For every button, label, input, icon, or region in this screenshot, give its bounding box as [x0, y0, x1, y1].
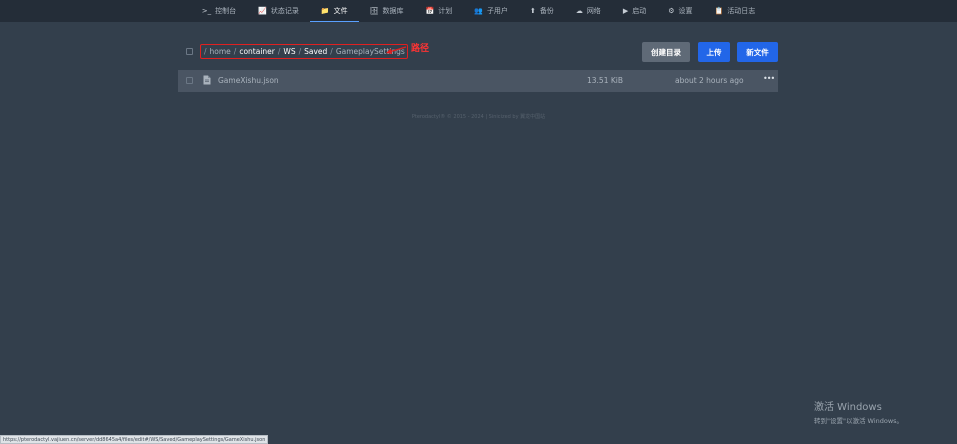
nav-item-schedules[interactable]: 📅 计划: [415, 0, 464, 22]
nav-item-stats[interactable]: 📈 状态记录: [247, 0, 310, 22]
upload-button[interactable]: 上传: [698, 42, 730, 62]
nav-label: 控制台: [215, 7, 237, 15]
breadcrumb-separator: /: [277, 47, 281, 56]
nav-item-files[interactable]: 📁 文件: [309, 0, 359, 22]
activation-subtitle: 转到"设置"以激活 Windows。: [814, 417, 904, 425]
nav-label: 文件: [333, 6, 348, 15]
nav-label: 状态记录: [270, 7, 299, 15]
database-icon: 🗄: [369, 7, 379, 15]
file-modified-time: about 2 hours ago: [675, 76, 744, 85]
create-directory-button[interactable]: 创建目录: [642, 42, 690, 62]
nav-label: 网络: [586, 7, 601, 15]
new-file-button[interactable]: 新文件: [737, 42, 778, 62]
breadcrumb-segment-saved[interactable]: Saved: [304, 47, 327, 56]
folder-icon: 📁: [320, 6, 330, 15]
nav-label: 启动: [632, 7, 647, 15]
nav-item-console[interactable]: >_ 控制台: [191, 0, 247, 22]
play-icon: ▶: [622, 7, 629, 15]
file-name[interactable]: GameXishu.json: [218, 76, 279, 85]
nav-label: 设置: [678, 7, 693, 15]
nav-label: 计划: [438, 7, 453, 15]
clipboard-icon: 📋: [714, 7, 724, 15]
nav-item-activity[interactable]: 📋 活动日志: [703, 0, 766, 22]
file-options-button[interactable]: •••: [763, 74, 775, 83]
network-icon: ☁: [575, 7, 583, 15]
breadcrumb-segment-home[interactable]: home: [210, 47, 231, 56]
breadcrumb-segment-ws[interactable]: WS: [283, 47, 295, 56]
gear-icon: ⚙: [668, 7, 675, 15]
chart-icon: 📈: [258, 7, 267, 15]
nav-label: 备份: [539, 7, 554, 15]
top-navigation: >_ 控制台 📈 状态记录 📁 文件 🗄 数据库 📅 计划 👥 子用户 ⬆ 备份…: [0, 0, 957, 22]
nav-item-settings[interactable]: ⚙ 设置: [657, 0, 703, 22]
nav-label: 活动日志: [727, 7, 756, 15]
status-bar-url: https://pterodactyl.vajiuen.cn/server/dd…: [0, 435, 269, 444]
activation-title: 激活 Windows: [814, 402, 882, 413]
file-row[interactable]: GameXishu.json 13.51 KiB about 2 hours a…: [178, 70, 778, 92]
users-icon: 👥: [474, 7, 483, 15]
nav-label: 数据库: [382, 7, 404, 15]
annotation-arrow-icon: [386, 46, 407, 54]
nav-item-backups[interactable]: ⬆ 备份: [519, 0, 565, 22]
breadcrumb-separator: /: [298, 47, 302, 56]
calendar-icon: 📅: [425, 7, 435, 15]
nav-item-subusers[interactable]: 👥 子用户: [463, 0, 519, 22]
breadcrumb-separator: /: [204, 47, 207, 56]
file-size: 13.51 KiB: [587, 76, 624, 85]
nav-item-network[interactable]: ☁ 网络: [565, 0, 612, 22]
path-toolbar: / home / container / WS / Saved / Gamepl…: [178, 42, 778, 62]
nav-item-startup[interactable]: ▶ 启动: [612, 0, 657, 22]
file-icon: [203, 75, 211, 85]
windows-activation-watermark: 激活 Windows 转到"设置"以激活 Windows。: [814, 398, 903, 425]
breadcrumb: / home / container / WS / Saved / Gamepl…: [200, 44, 408, 59]
breadcrumb-segment-container[interactable]: container: [239, 47, 275, 56]
breadcrumb-separator: /: [330, 47, 333, 56]
file-select-checkbox[interactable]: [186, 77, 193, 84]
nav-item-databases[interactable]: 🗄 数据库: [359, 0, 415, 22]
annotation-label: 路径: [411, 44, 430, 54]
terminal-icon: >_: [201, 7, 212, 15]
upload-icon: ⬆: [529, 7, 536, 15]
footer-copyright: Pterodactyl® © 2015 - 2024 | Sinicized b…: [411, 114, 546, 120]
breadcrumb-separator: /: [233, 47, 237, 56]
select-all-checkbox[interactable]: [186, 48, 193, 55]
nav-label: 子用户: [486, 7, 508, 15]
